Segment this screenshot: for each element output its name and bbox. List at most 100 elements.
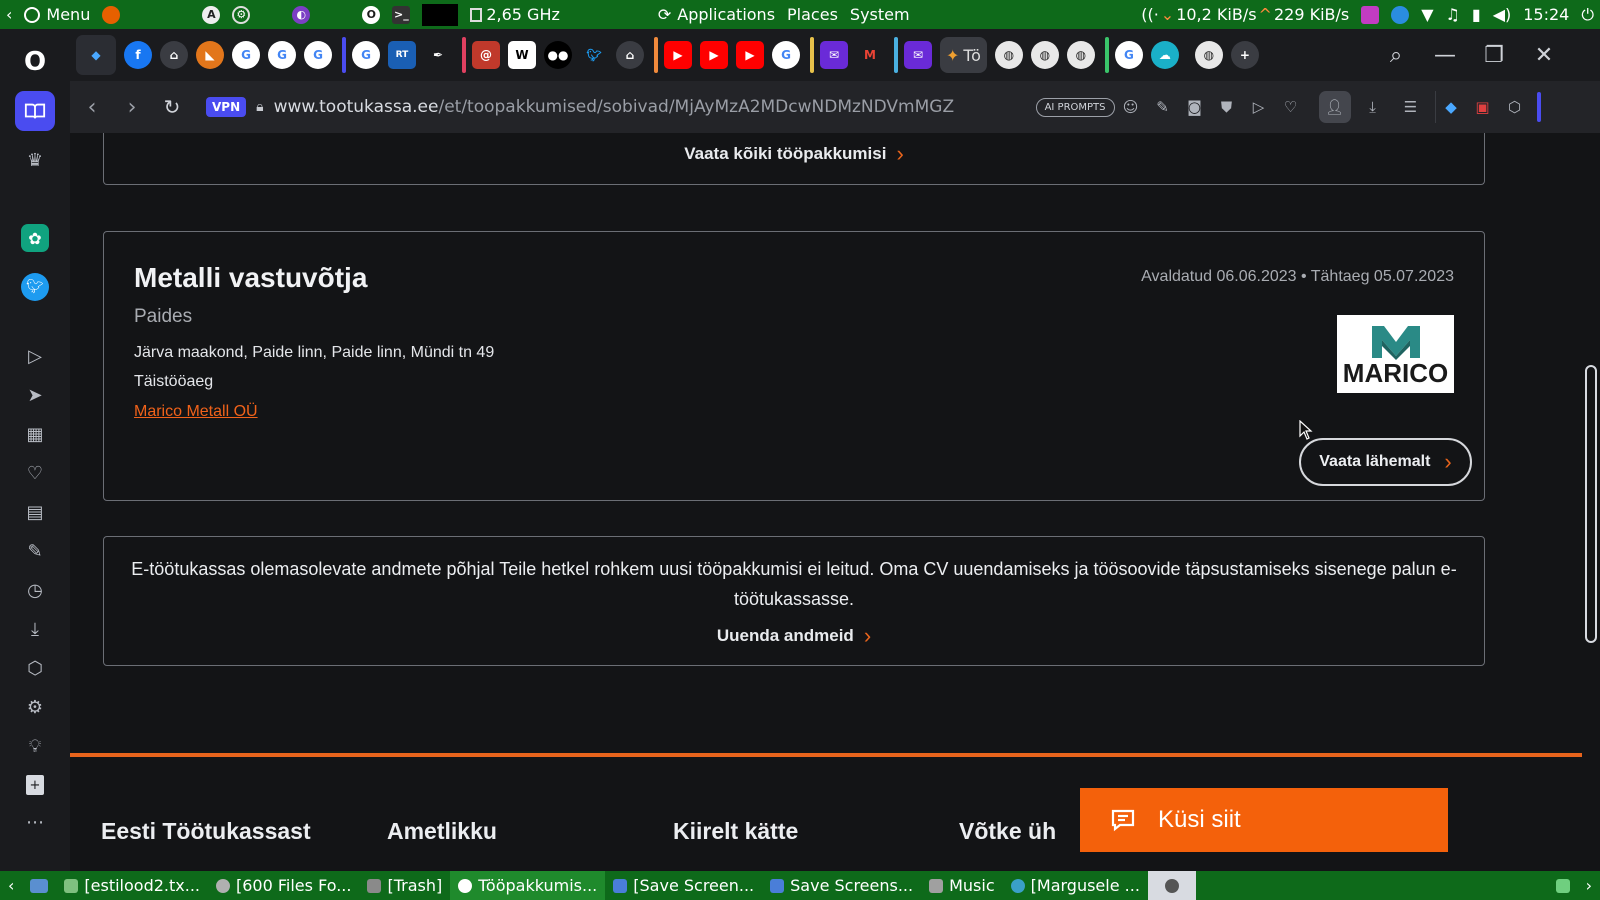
launcher-settings[interactable]: ⚙: [226, 0, 256, 29]
sidebar-speed-dial[interactable]: ▦: [18, 417, 52, 451]
adblock-button[interactable]: ⛊: [1211, 91, 1243, 123]
tab-mail-2[interactable]: ✉: [904, 41, 932, 69]
tab-youtube-3[interactable]: ▶: [736, 41, 764, 69]
tab-tootukassa-active[interactable]: ✦ Tö: [940, 37, 987, 73]
emoji-button[interactable]: ☺: [1115, 91, 1147, 123]
system-menu[interactable]: System: [844, 0, 916, 29]
sidebar-tips[interactable]: 💡︎: [18, 729, 52, 763]
launcher-a[interactable]: A: [196, 0, 226, 29]
clock[interactable]: 15:24: [1517, 0, 1575, 29]
sidebar-crown[interactable]: ♛: [18, 143, 52, 177]
panel-left-arrow[interactable]: ‹: [0, 0, 18, 29]
tab-emi[interactable]: ✒: [424, 41, 452, 69]
sidebar-extensions[interactable]: ⬡: [18, 651, 52, 685]
tab-globe-4[interactable]: ◍: [1194, 41, 1223, 69]
taskbar-item-save-screenshot-2[interactable]: Save Screens...: [762, 871, 921, 900]
edit-button[interactable]: ✎: [1147, 91, 1179, 123]
easy-setup-button[interactable]: ☰: [1395, 91, 1427, 123]
tab-gmail[interactable]: M: [856, 41, 884, 69]
tab-vpn-shield[interactable]: ◆: [76, 35, 116, 75]
tray-app[interactable]: [1355, 0, 1385, 29]
job-title[interactable]: Metalli vastuvõtja: [134, 262, 367, 294]
sidebar-pinboard[interactable]: +: [18, 768, 52, 802]
sidebar-chatgpt[interactable]: ✿: [18, 221, 52, 255]
taskbar-item-estilood[interactable]: [estilood2.tx...: [56, 871, 208, 900]
sidebar-twitter[interactable]: 🐦︎: [18, 270, 52, 304]
tab-youtube-1[interactable]: ▶: [664, 41, 692, 69]
vpn-extension-button[interactable]: ◆: [1434, 91, 1467, 123]
extensions-button[interactable]: ⬡: [1499, 91, 1531, 123]
forward-button[interactable]: ›: [112, 87, 152, 127]
minimize-button[interactable]: —: [1425, 29, 1465, 81]
tab-museum-2[interactable]: ⌂: [616, 41, 644, 69]
view-all-jobs-link[interactable]: Vaata kõiki tööpakkumisi ›: [684, 142, 904, 165]
tab-google-1[interactable]: G: [232, 41, 260, 69]
launcher-opera[interactable]: O: [356, 0, 386, 29]
tab-twitter[interactable]: 🐦︎: [580, 41, 608, 69]
launcher-tor[interactable]: ◐: [286, 0, 316, 29]
reload-button[interactable]: ↻: [152, 87, 192, 127]
taskbar-item-trash[interactable]: [Trash]: [359, 871, 450, 900]
ai-prompts-button[interactable]: AI PROMPTS: [1035, 97, 1115, 117]
tab-globe-3[interactable]: ◍: [1066, 41, 1095, 69]
menu-button[interactable]: Menu: [18, 0, 96, 29]
tab-metamask[interactable]: ◣: [196, 41, 224, 69]
power-button[interactable]: ⏻: [1575, 0, 1600, 29]
opera-menu-button[interactable]: O: [18, 45, 52, 79]
restore-button[interactable]: ❐: [1474, 29, 1514, 81]
sidebar-player[interactable]: ▷: [18, 339, 52, 373]
cpu-frequency[interactable]: 2,65 GHz: [464, 0, 566, 29]
tab-debian[interactable]: @: [472, 41, 500, 69]
profile-button[interactable]: 👤︎: [1318, 91, 1351, 123]
applications-menu[interactable]: ⟳ Applications: [652, 0, 781, 29]
places-menu[interactable]: Places: [781, 0, 844, 29]
taskbar-item-opera[interactable]: Tööpakkumis...: [450, 871, 606, 900]
tab-medium[interactable]: ●●: [544, 41, 572, 69]
tab-rt[interactable]: RT: [388, 41, 416, 69]
taskbar-item-music[interactable]: Music: [921, 871, 1003, 900]
tab-google-5[interactable]: G: [772, 41, 800, 69]
chat-button[interactable]: Küsi siit: [1080, 788, 1448, 852]
tab-globe-2[interactable]: ◍: [1030, 41, 1059, 69]
sidebar-reading-list[interactable]: [15, 91, 55, 131]
view-details-button[interactable]: Vaata lähemalt ›: [1299, 438, 1472, 486]
tab-cloud[interactable]: ☁: [1150, 41, 1179, 69]
tab-google-6[interactable]: G: [1114, 41, 1143, 69]
sidebar-news[interactable]: ▤: [18, 495, 52, 529]
sidebar-history[interactable]: ◷: [18, 573, 52, 607]
tab-mail-1[interactable]: ✉: [820, 41, 848, 69]
send-to-button[interactable]: ▷: [1243, 91, 1275, 123]
sidebar-notes[interactable]: ✎: [18, 534, 52, 568]
taskbar-item-opera-2[interactable]: [1147, 871, 1196, 900]
new-tab-button[interactable]: +: [1230, 41, 1259, 69]
show-desktop-button[interactable]: [22, 871, 56, 900]
bookmark-button[interactable]: ♡: [1275, 91, 1307, 123]
job-company-link[interactable]: Marico Metall OÜ: [134, 403, 258, 421]
extension-badge-button[interactable]: ▣: [1467, 91, 1499, 123]
tray-wifi[interactable]: ▼: [1415, 0, 1439, 29]
tab-google-3[interactable]: G: [304, 41, 332, 69]
tab-globe-1[interactable]: ◍: [994, 41, 1023, 69]
tab-google-2[interactable]: G: [268, 41, 296, 69]
sidebar-bookmarks[interactable]: ♡: [18, 456, 52, 490]
tab-museum-1[interactable]: ⌂: [160, 41, 188, 69]
vpn-badge[interactable]: VPN: [206, 97, 247, 117]
sidebar-downloads[interactable]: ⤓: [18, 612, 52, 646]
tab-youtube-2[interactable]: ▶: [700, 41, 728, 69]
page-scrollbar[interactable]: [1582, 133, 1600, 871]
sidebar-settings[interactable]: ⚙: [18, 690, 52, 724]
tab-wikipedia[interactable]: W: [508, 41, 536, 69]
tray-notify[interactable]: [1385, 0, 1415, 29]
sidebar-send[interactable]: ➤: [18, 378, 52, 412]
launcher-terminal[interactable]: >_: [386, 0, 416, 29]
company-logo[interactable]: MARICO: [1337, 315, 1454, 393]
firefox-launcher[interactable]: [96, 0, 126, 29]
taskbar-item-margusele[interactable]: [Margusele ...: [1003, 871, 1148, 900]
tab-search-button[interactable]: ⌕: [1376, 29, 1416, 81]
tab-google-4[interactable]: G: [352, 41, 380, 69]
taskbar-item-files[interactable]: [600 Files Fo...: [208, 871, 359, 900]
taskbar-tray-app[interactable]: [1548, 871, 1578, 900]
update-data-link[interactable]: Uuenda andmeid ›: [717, 625, 871, 647]
network-speed[interactable]: ((· ⌄ 10,2 KiB/s ^ 229 KiB/s: [1135, 0, 1355, 29]
tray-bell[interactable]: ♫: [1440, 0, 1466, 29]
